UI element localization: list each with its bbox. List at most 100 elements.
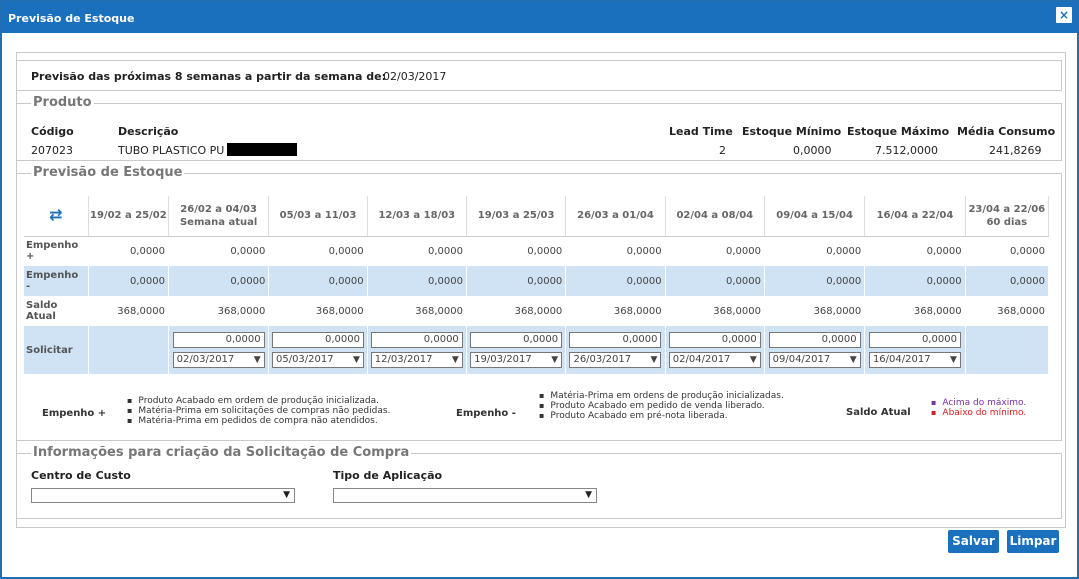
- list-item: Produto Acabado em pré-nota liberada.: [539, 411, 784, 421]
- dialog-title: Previsão de Estoque: [8, 12, 135, 25]
- date-select-value: 19/03/2017: [474, 354, 532, 365]
- table-cell: 0,0000: [367, 266, 467, 296]
- table-cell: 0,0000: [764, 266, 866, 296]
- table-cell: 0,0000: [665, 236, 765, 266]
- table-cell: 0,0000: [665, 266, 765, 296]
- forecast-legend: Previsão de Estoque: [31, 165, 185, 180]
- request-cell: 0,0000 26/03/2017 ▼: [565, 326, 666, 374]
- date-select[interactable]: 09/04/2017 ▼: [768, 352, 861, 368]
- empenho-menos-note-list: Matéria-Prima em ordens de produção inic…: [539, 391, 784, 421]
- table-cell: 368,0000: [864, 296, 966, 326]
- chevron-down-icon: ▼: [950, 355, 957, 365]
- table-cell: 368,0000: [565, 296, 666, 326]
- chevron-down-icon: ▼: [353, 355, 360, 365]
- date-select-value: 02/03/2017: [176, 354, 235, 365]
- centro-custo-select[interactable]: ▼: [31, 488, 295, 503]
- table-cell: 0,0000: [168, 266, 270, 296]
- tipo-aplicacao-select[interactable]: ▼: [333, 488, 597, 503]
- date-select-value: 12/03/2017: [374, 354, 433, 365]
- tipo-aplicacao-label: Tipo de Aplicação: [333, 469, 443, 482]
- date-select-value: 02/04/2017: [672, 354, 731, 365]
- produto-legend: Produto: [31, 95, 94, 110]
- table-cell: 368,0000: [168, 296, 270, 326]
- chevron-down-icon: ▼: [551, 355, 559, 365]
- quantity-input[interactable]: 0,0000: [868, 332, 961, 348]
- week-col-2: 05/03 a 11/03: [268, 196, 368, 237]
- produto-group: Produto Código Descrição Lead Time Estoq…: [16, 95, 1062, 161]
- request-cell: 0,0000 02/04/2017 ▼: [665, 326, 765, 374]
- row-label: Saldo Atual: [24, 296, 89, 326]
- empenho-mais-row: Empenho + 0,0000 0,0000 0,0000 0,0000 0,…: [24, 236, 1050, 266]
- date-select[interactable]: 16/04/2017 ▼: [868, 352, 961, 368]
- refresh-icon[interactable]: ⇄: [49, 205, 62, 224]
- estoque-maximo-header: Estoque Máximo: [847, 125, 950, 138]
- table-cell: 0,0000: [965, 266, 1050, 296]
- date-select[interactable]: 02/04/2017 ▼: [668, 352, 761, 368]
- forecast-group: Previsão de Estoque ⇄ 19/02 a 25/02 26/0…: [16, 165, 1062, 441]
- date-select[interactable]: 02/03/2017 ▼: [172, 352, 265, 368]
- week-col-8: 16/04 a 22/04: [864, 196, 966, 237]
- quantity-input[interactable]: 0,0000: [470, 332, 563, 348]
- week-col-9: 23/04 a 22/06 60 dias: [965, 196, 1050, 237]
- quantity-input[interactable]: 0,0000: [370, 332, 463, 348]
- list-item: Produto Acabado em pedido de venda liber…: [539, 401, 784, 411]
- date-select-value: 09/04/2017: [772, 354, 831, 365]
- table-cell: 368,0000: [367, 296, 467, 326]
- table-cell: 0,0000: [268, 236, 368, 266]
- request-cell: 0,0000 16/04/2017 ▼: [864, 326, 966, 374]
- chevron-down-icon: ▼: [283, 490, 290, 500]
- table-cell: 0,0000: [864, 266, 966, 296]
- table-cell: 0,0000: [268, 266, 368, 296]
- codigo-value: 207023: [31, 144, 73, 157]
- close-icon[interactable]: ×: [1056, 7, 1072, 23]
- list-item: Matéria-Prima em ordens de produção inic…: [539, 391, 783, 401]
- list-item: Produto Acabado em ordem de produção ini…: [127, 396, 390, 406]
- chevron-down-icon: ▼: [253, 355, 261, 365]
- quantity-input[interactable]: 0,0000: [569, 332, 662, 348]
- date-select-value: 26/03/2017: [573, 354, 632, 365]
- quantity-input[interactable]: 0,0000: [172, 332, 265, 348]
- empty-cell: [965, 326, 1050, 374]
- week-col-7: 09/04 a 15/04: [764, 196, 866, 237]
- table-cell: 368,0000: [268, 296, 368, 326]
- date-select[interactable]: 26/03/2017 ▼: [569, 352, 662, 368]
- empenho-mais-note-title: Empenho +: [42, 408, 107, 419]
- table-cell: 0,0000: [466, 236, 567, 266]
- quantity-input[interactable]: 0,0000: [271, 332, 364, 348]
- limpar-button[interactable]: Limpar: [1007, 530, 1059, 553]
- date-select[interactable]: 05/03/2017 ▼: [271, 352, 364, 368]
- request-cell: 0,0000 05/03/2017 ▼: [268, 326, 368, 374]
- chevron-down-icon: ▼: [749, 355, 757, 365]
- table-cell: 0,0000: [88, 266, 169, 296]
- empenho-menos-note-title: Empenho -: [456, 408, 516, 419]
- salvar-button[interactable]: Salvar: [948, 530, 999, 553]
- date-select[interactable]: 12/03/2017 ▼: [370, 352, 463, 368]
- estoque-maximo-value: 7.512,0000: [875, 144, 938, 157]
- week-col-4: 19/03 a 25/03: [466, 196, 567, 237]
- quantity-input[interactable]: 0,0000: [668, 332, 761, 348]
- refresh-cell: ⇄: [24, 196, 89, 237]
- week-col-1: 26/02 a 04/03 Semana atual: [168, 196, 270, 237]
- empenho-mais-note-list: Produto Acabado em ordem de produção ini…: [127, 396, 390, 426]
- week-value: 02/03/2017: [383, 70, 447, 83]
- solicitacao-legend: Informações para criação da Solicitação …: [31, 445, 412, 460]
- dialog-content: Previsão das próximas 8 semanas a partir…: [8, 37, 1073, 578]
- saldo-atual-note-title: Saldo Atual: [846, 407, 911, 418]
- date-select[interactable]: 19/03/2017 ▼: [470, 352, 563, 368]
- table-cell: 0,0000: [864, 236, 966, 266]
- dialog-titlebar: Previsão de Estoque ×: [2, 2, 1077, 33]
- quantity-input[interactable]: 0,0000: [768, 332, 861, 348]
- table-cell: 0,0000: [965, 236, 1050, 266]
- solicitar-row: Solicitar 0,0000 02/03/2017 ▼ 0,0000 05/0…: [24, 326, 1050, 374]
- below-min-note: Abaixo do mínimo.: [931, 408, 1026, 418]
- table-cell: 0,0000: [764, 236, 866, 266]
- row-label: Solicitar: [24, 326, 89, 374]
- row-label: Empenho -: [24, 266, 89, 296]
- request-cell: 0,0000 12/03/2017 ▼: [367, 326, 467, 374]
- week-label: Previsão das próximas 8 semanas a partir…: [31, 70, 387, 83]
- forecast-table: ⇄ 19/02 a 25/02 26/02 a 04/03 Semana atua…: [24, 196, 1050, 374]
- chevron-down-icon: ▼: [849, 355, 857, 365]
- week-col-6: 02/04 a 08/04: [665, 196, 765, 237]
- table-cell: 368,0000: [88, 296, 169, 326]
- empenho-menos-row: Empenho - 0,0000 0,0000 0,0000 0,0000 0,…: [24, 266, 1050, 296]
